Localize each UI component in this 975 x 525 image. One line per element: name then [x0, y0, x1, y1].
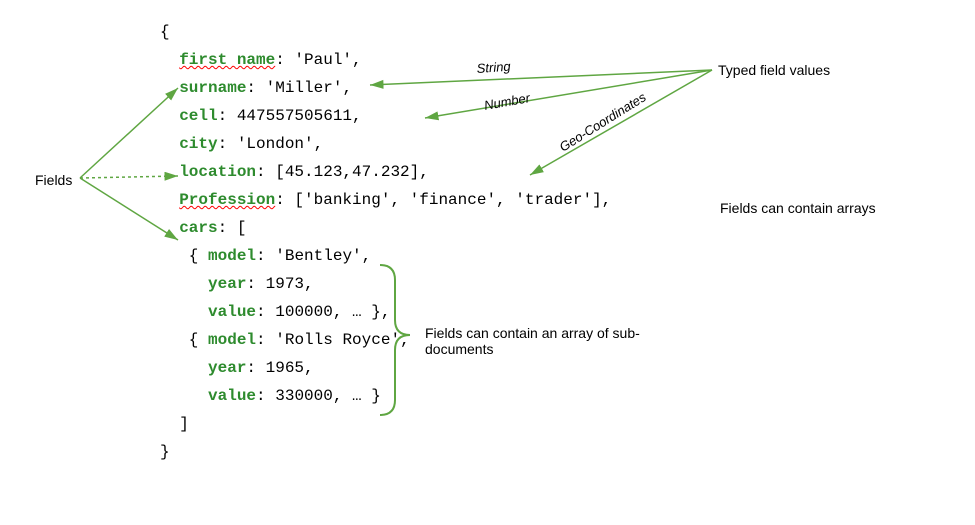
- val-cell: 447557505611: [237, 107, 352, 125]
- label-subdocs: Fields can contain an array of sub-docum…: [425, 325, 655, 357]
- val-first-name: 'Paul': [294, 51, 352, 69]
- val-location: [45.123,47.232]: [275, 163, 419, 181]
- key-cell: cell: [179, 107, 217, 125]
- key-car1-model: model: [208, 247, 256, 265]
- key-cars: cars: [179, 219, 217, 237]
- key-car1-value: value: [208, 303, 256, 321]
- label-arrays: Fields can contain arrays: [720, 200, 880, 216]
- key-location: location: [179, 163, 256, 181]
- val-car2-value: 330000: [275, 387, 333, 405]
- label-fields: Fields: [35, 172, 72, 188]
- label-typed-values: Typed field values: [718, 62, 830, 78]
- key-car2-value: value: [208, 387, 256, 405]
- val-car2-model: 'Rolls Royce': [275, 331, 400, 349]
- key-profession: Profession: [179, 191, 275, 209]
- val-city: 'London': [237, 135, 314, 153]
- val-surname: 'Miller': [266, 79, 343, 97]
- val-car2-year: 1965: [266, 359, 304, 377]
- code-block: { first name: 'Paul', surname: 'Miller',…: [160, 18, 611, 466]
- val-car1-model: 'Bentley': [275, 247, 361, 265]
- key-first-name: first name: [179, 51, 275, 69]
- key-car1-year: year: [208, 275, 246, 293]
- key-city: city: [179, 135, 217, 153]
- key-car2-model: model: [208, 331, 256, 349]
- val-car1-year: 1973: [266, 275, 304, 293]
- val-car1-value: 100000: [275, 303, 333, 321]
- val-profession: ['banking', 'finance', 'trader']: [294, 191, 601, 209]
- key-surname: surname: [179, 79, 246, 97]
- key-car2-year: year: [208, 359, 246, 377]
